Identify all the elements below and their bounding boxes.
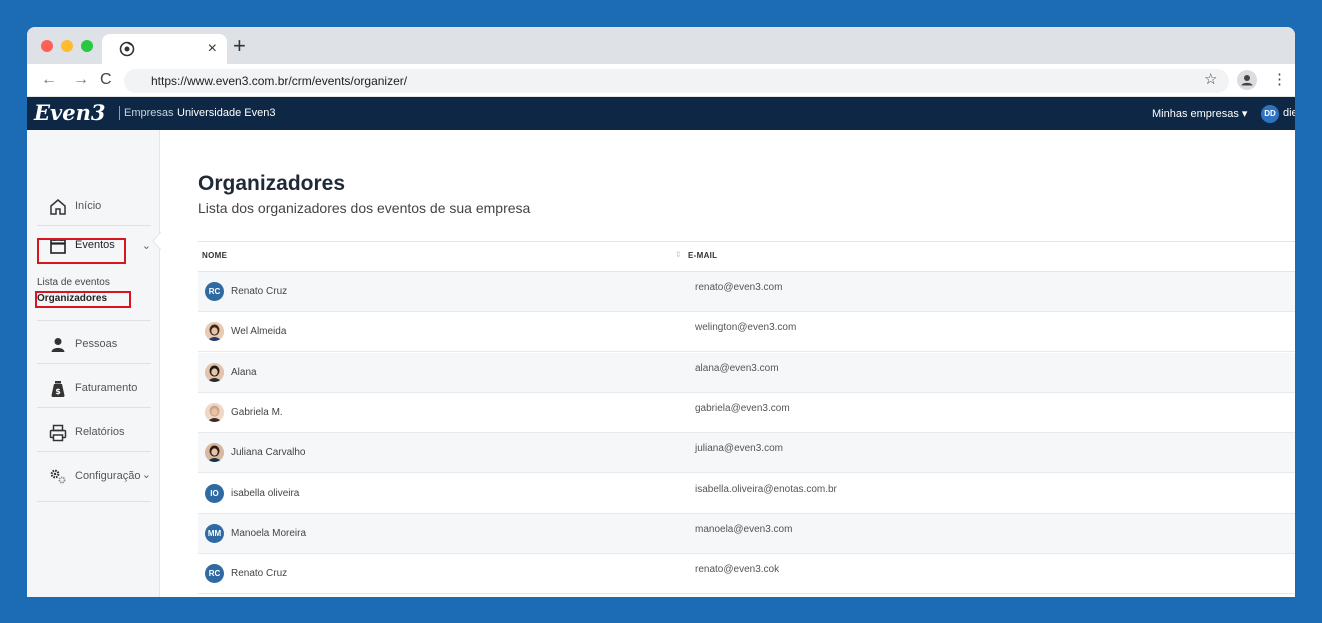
person-icon: [1241, 75, 1253, 86]
sidebar-item-configuracao[interactable]: Configuração ⌄: [37, 456, 151, 502]
table-row[interactable]: IO isabella oliveira isabella.oliveira@eno…: [198, 474, 1295, 514]
browser-toolbar: ← → C https://www.even3.com.br/crm/event…: [27, 64, 1295, 97]
table-row[interactable]: RC Renato Cruz renato@even3.com: [198, 272, 1295, 312]
chevron-down-icon[interactable]: ⌄: [142, 239, 151, 252]
avatar-initials: RC: [205, 564, 224, 583]
table-header: NOME ⇕ E-MAIL: [198, 241, 1295, 272]
home-icon: [50, 199, 66, 215]
table-row[interactable]: Gabriela M. gabriela@even3.com: [198, 393, 1295, 433]
maximize-window-button[interactable]: [81, 40, 93, 52]
table-row[interactable]: Wel Almeida welington@even3.com: [198, 312, 1295, 352]
close-window-button[interactable]: [41, 40, 53, 52]
user-name[interactable]: die: [1283, 107, 1295, 119]
companies-dropdown[interactable]: Minhas empresas ▾: [1152, 107, 1247, 120]
url-text: https://www.even3.com.br/crm/events/orga…: [151, 74, 408, 88]
even3-logo[interactable]: Even3: [34, 99, 105, 127]
sidebar-item-pessoas[interactable]: Pessoas: [37, 324, 151, 364]
avatar-initials: IO: [205, 484, 224, 503]
tab-strip: × +: [27, 27, 1295, 64]
sidebar-item-label: Faturamento: [75, 382, 138, 394]
sidebar-subitem-lista-eventos[interactable]: Lista de eventos: [37, 277, 110, 288]
main-content: Organizadores Lista dos organizadores do…: [161, 130, 1295, 597]
organizer-name: Gabriela M.: [231, 407, 283, 418]
sidebar-item-label: Configuração: [75, 470, 141, 482]
sidebar: Início Eventos ⌄ Lista de eventos Organi…: [27, 130, 161, 597]
column-header-email[interactable]: E-MAIL: [688, 251, 717, 260]
column-header-nome[interactable]: NOME: [202, 251, 227, 260]
nav-link-universidade[interactable]: Universidade Even3: [177, 107, 275, 119]
highlight-organizadores: [35, 291, 131, 308]
active-section-notch: [152, 232, 161, 250]
table-row[interactable]: Alana alana@even3.com: [198, 353, 1295, 393]
sidebar-item-label: Relatórios: [75, 426, 125, 438]
money-bag-icon: $: [51, 381, 65, 397]
organizer-email: isabella.oliveira@enotas.com.br: [695, 484, 837, 495]
logo-divider: [119, 106, 120, 120]
organizer-name: Manoela Moreira: [231, 528, 307, 539]
app-header: Even3 Empresas Universidade Even3 Minhas…: [27, 97, 1295, 130]
organizer-email: manoela@even3.com: [695, 524, 793, 535]
organizer-name: Wel Almeida: [231, 326, 287, 337]
browser-menu-icon[interactable]: ⋮: [1272, 70, 1287, 90]
organizer-name: Renato Cruz: [231, 568, 288, 579]
sidebar-divider: [37, 320, 151, 321]
table-row[interactable]: RC Renato Cruz renato@even3.cok: [198, 554, 1295, 594]
address-bar[interactable]: https://www.even3.com.br/crm/events/orga…: [124, 69, 1229, 93]
minimize-window-button[interactable]: [61, 40, 73, 52]
highlight-eventos: [37, 238, 126, 264]
organizer-email: renato@even3.cok: [695, 564, 780, 575]
organizer-email: gabriela@even3.com: [695, 403, 790, 414]
browser-tab[interactable]: ×: [102, 34, 227, 64]
avatar-initials: RC: [205, 282, 224, 301]
window-controls: [41, 40, 93, 52]
browser-window: × + ← → C https://www.even3.com.br/crm/e…: [27, 27, 1295, 597]
sidebar-item-label: Início: [75, 200, 102, 212]
organizer-name: Juliana Carvalho: [231, 447, 306, 458]
avatar-initials: MM: [205, 524, 224, 543]
table-row[interactable]: MM Manoela Moreira manoela@even3.com: [198, 514, 1295, 554]
close-tab-icon[interactable]: ×: [208, 39, 217, 59]
page-subtitle: Lista dos organizadores dos eventos de s…: [198, 200, 531, 216]
avatar-photo: [205, 443, 224, 462]
forward-button[interactable]: →: [73, 70, 89, 90]
sort-icon[interactable]: ⇕: [675, 250, 682, 259]
person-icon: [51, 338, 65, 352]
organizer-name: isabella oliveira: [231, 488, 300, 499]
sidebar-item-inicio[interactable]: Início: [37, 186, 151, 226]
printer-icon: [49, 424, 67, 442]
table-row[interactable]: Juliana Carvalho juliana@even3.com: [198, 433, 1295, 473]
chevron-down-icon[interactable]: ⌄: [142, 468, 151, 481]
profile-avatar[interactable]: [1237, 70, 1257, 90]
user-avatar[interactable]: DD: [1261, 105, 1279, 123]
gears-icon: [50, 469, 66, 484]
organizer-email: renato@even3.com: [695, 282, 783, 293]
avatar-photo: [205, 403, 224, 422]
page-title: Organizadores: [198, 172, 346, 195]
organizer-email: welington@even3.com: [695, 322, 797, 333]
nav-link-empresas[interactable]: Empresas: [124, 107, 174, 119]
sidebar-item-relatorios[interactable]: Relatórios: [37, 412, 151, 452]
organizer-email: alana@even3.com: [695, 363, 779, 374]
sidebar-item-faturamento[interactable]: $ Faturamento: [37, 368, 151, 408]
sidebar-item-label: Pessoas: [75, 338, 118, 350]
avatar-photo: [205, 322, 224, 341]
organizer-email: juliana@even3.com: [695, 443, 783, 454]
back-button[interactable]: ←: [41, 70, 57, 90]
svg-text:$: $: [55, 387, 61, 396]
organizer-name: Renato Cruz: [231, 286, 288, 297]
reload-button[interactable]: C: [100, 70, 112, 90]
new-tab-button[interactable]: +: [233, 33, 246, 59]
avatar-photo: [205, 363, 224, 382]
bookmark-star-icon[interactable]: ☆: [1204, 70, 1217, 90]
chrome-icon: [119, 41, 135, 57]
organizer-name: Alana: [231, 367, 257, 378]
